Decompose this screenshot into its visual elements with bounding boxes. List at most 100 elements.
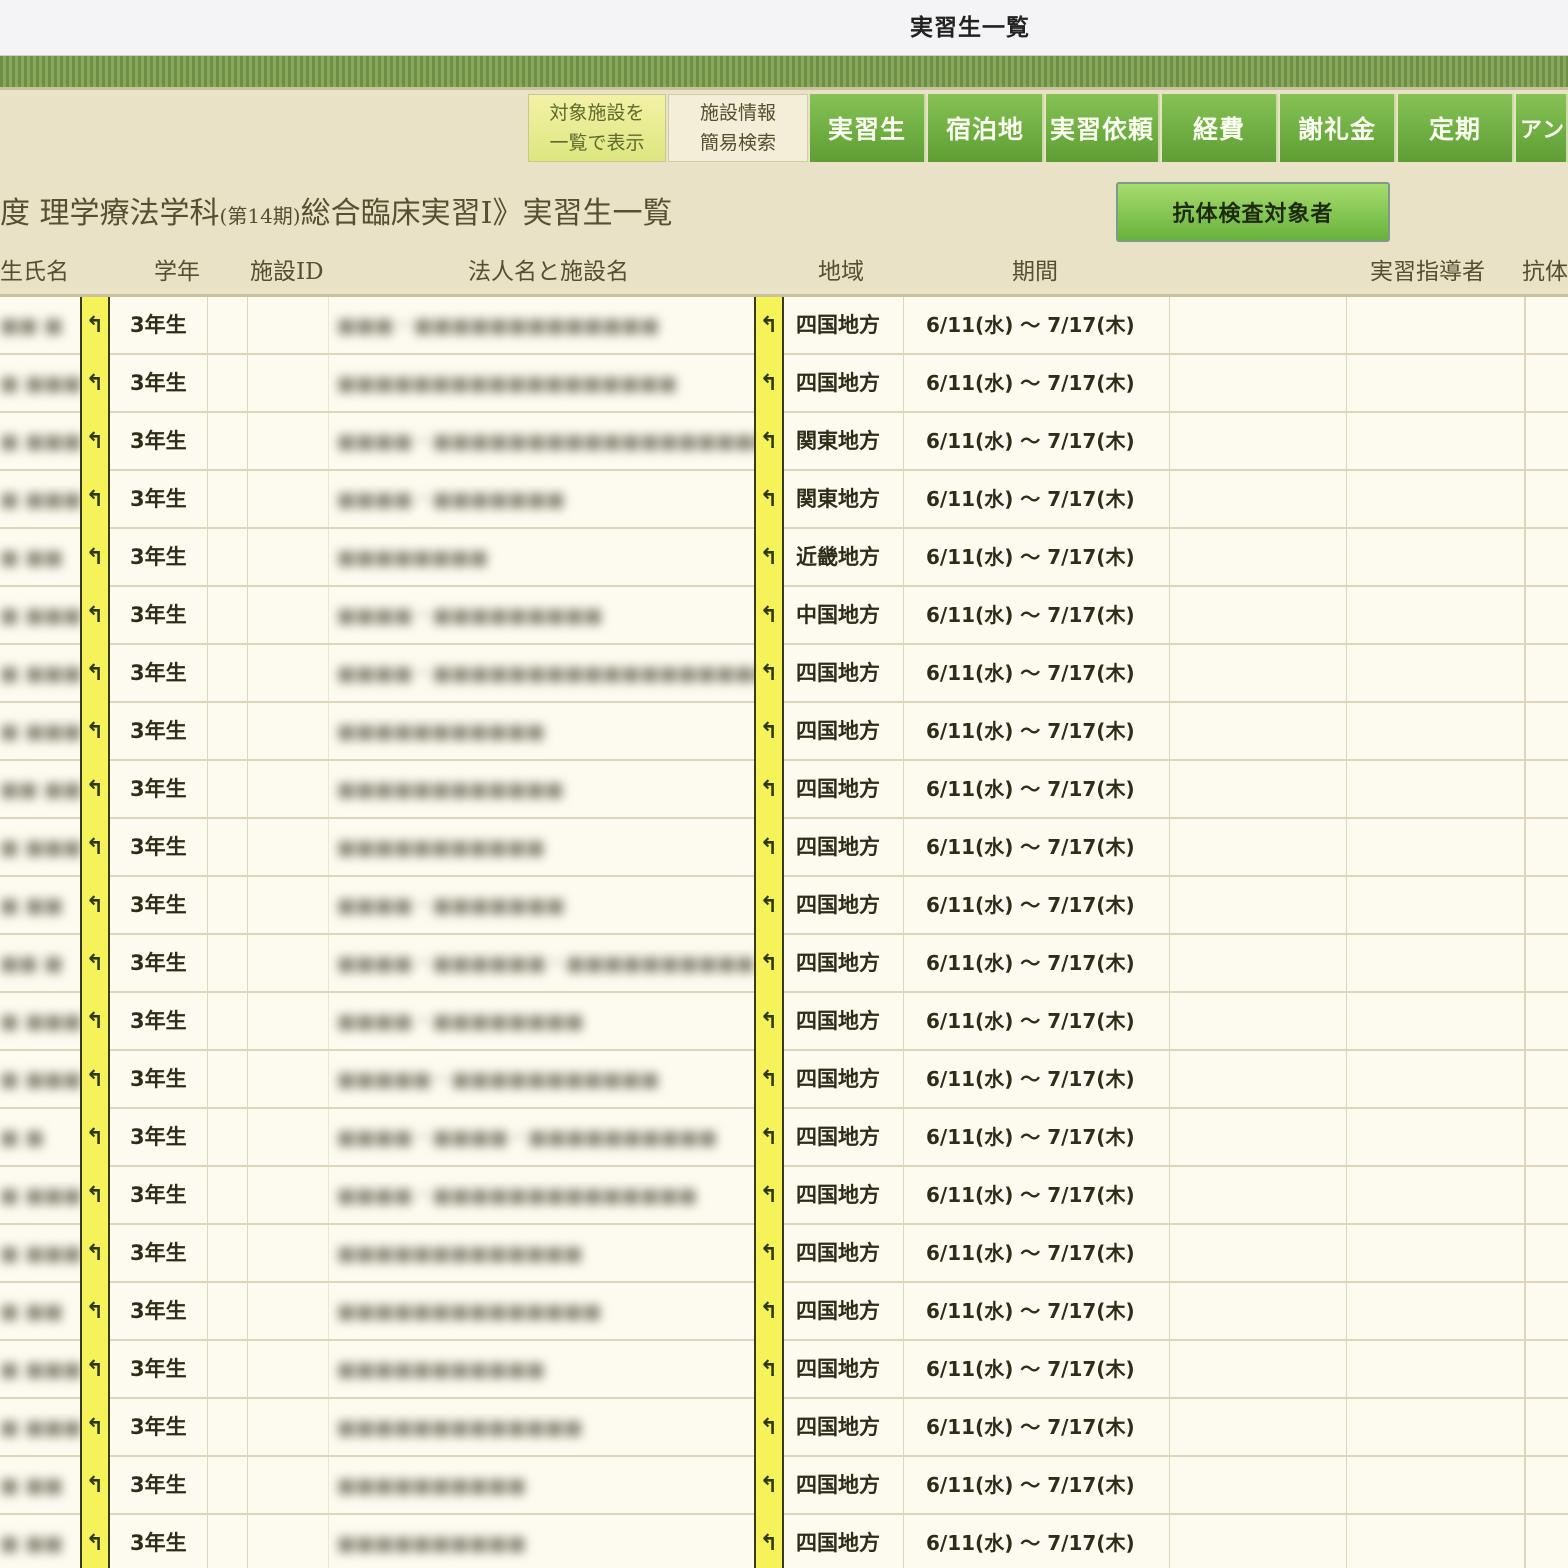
instructor-cell[interactable] [1346, 993, 1526, 1049]
back-arrow-icon[interactable]: ↰ [754, 1399, 784, 1457]
facility-cell[interactable]: ■■■・■■■■■■■■■■■■■ [328, 297, 754, 353]
student-name-cell[interactable]: ■ ■ [0, 1109, 80, 1165]
student-name-cell[interactable]: ■ ■■■ [0, 1051, 80, 1107]
tab-training-requests[interactable]: 実習依頼 [1046, 94, 1160, 162]
facility-cell[interactable]: ■■■■・■■■■■■■ [328, 471, 754, 527]
tab-survey[interactable]: アンケ [1516, 94, 1568, 162]
instructor-cell[interactable] [1346, 587, 1526, 643]
facility-cell[interactable]: ■■■■・■■■■・■■■■■■■■■■ [328, 1109, 754, 1165]
tab-honorarium[interactable]: 謝礼金 [1280, 94, 1396, 162]
instructor-cell[interactable] [1346, 1457, 1526, 1513]
facility-cell[interactable]: ■■■■■■■■■■ [328, 1457, 754, 1513]
back-arrow-icon[interactable]: ↰ [754, 993, 784, 1051]
back-arrow-icon[interactable]: ↰ [80, 761, 110, 819]
student-name-cell[interactable]: ■ ■■■ [0, 355, 80, 411]
instructor-cell[interactable] [1346, 877, 1526, 933]
col-header-name[interactable]: 生氏名 [0, 248, 69, 296]
col-header-grade[interactable]: 学年 [154, 248, 200, 296]
instructor-cell[interactable] [1346, 297, 1526, 353]
instructor-cell[interactable] [1346, 1341, 1526, 1397]
back-arrow-icon[interactable]: ↰ [80, 935, 110, 993]
back-arrow-icon[interactable]: ↰ [80, 819, 110, 877]
instructor-cell[interactable] [1346, 1051, 1526, 1107]
instructor-cell[interactable] [1346, 1167, 1526, 1223]
instructor-cell[interactable] [1346, 355, 1526, 411]
back-arrow-icon[interactable]: ↰ [80, 877, 110, 935]
facility-cell[interactable]: ■■■■■・■■■■■■■■■■■ [328, 1051, 754, 1107]
instructor-cell[interactable] [1346, 1399, 1526, 1455]
student-name-cell[interactable]: ■ ■■■ [0, 1167, 80, 1223]
back-arrow-icon[interactable]: ↰ [754, 1283, 784, 1341]
back-arrow-icon[interactable]: ↰ [754, 297, 784, 355]
col-header-facility[interactable]: 法人名と施設名 [468, 248, 629, 296]
back-arrow-icon[interactable]: ↰ [754, 471, 784, 529]
facility-search-button[interactable]: 施設情報 簡易検索 [668, 94, 808, 162]
back-arrow-icon[interactable]: ↰ [754, 355, 784, 413]
tab-commuter-pass[interactable]: 定期 [1398, 94, 1514, 162]
instructor-cell[interactable] [1346, 703, 1526, 759]
facility-cell[interactable]: ■■■■・■■■■■■■■■■■■■■■■■■ [328, 645, 754, 701]
back-arrow-icon[interactable]: ↰ [754, 529, 784, 587]
col-header-period[interactable]: 期間 [1012, 248, 1058, 296]
back-arrow-icon[interactable]: ↰ [754, 1225, 784, 1283]
facility-cell[interactable]: ■■■■・■■■■■■■■■■■■■■ [328, 1167, 754, 1223]
back-arrow-icon[interactable]: ↰ [754, 645, 784, 703]
tab-lodging[interactable]: 宿泊地 [928, 94, 1044, 162]
back-arrow-icon[interactable]: ↰ [80, 1515, 110, 1568]
col-header-facility-id[interactable]: 施設ID [250, 248, 324, 296]
instructor-cell[interactable] [1346, 529, 1526, 585]
student-name-cell[interactable]: ■ ■■■ [0, 587, 80, 643]
back-arrow-icon[interactable]: ↰ [754, 1109, 784, 1167]
back-arrow-icon[interactable]: ↰ [80, 645, 110, 703]
student-name-cell[interactable]: ■ ■■ [0, 529, 80, 585]
facility-cell[interactable]: ■■■■■■■■■■■ [328, 819, 754, 875]
student-name-cell[interactable]: ■ ■■■ [0, 703, 80, 759]
student-name-cell[interactable]: ■ ■■■ [0, 1399, 80, 1455]
back-arrow-icon[interactable]: ↰ [80, 297, 110, 355]
back-arrow-icon[interactable]: ↰ [754, 877, 784, 935]
back-arrow-icon[interactable]: ↰ [80, 993, 110, 1051]
back-arrow-icon[interactable]: ↰ [80, 413, 110, 471]
instructor-cell[interactable] [1346, 761, 1526, 817]
back-arrow-icon[interactable]: ↰ [80, 703, 110, 761]
back-arrow-icon[interactable]: ↰ [80, 1341, 110, 1399]
student-name-cell[interactable]: ■ ■■■ [0, 819, 80, 875]
back-arrow-icon[interactable]: ↰ [80, 1399, 110, 1457]
back-arrow-icon[interactable]: ↰ [754, 1341, 784, 1399]
back-arrow-icon[interactable]: ↰ [754, 935, 784, 993]
student-name-cell[interactable]: ■ ■■ [0, 877, 80, 933]
back-arrow-icon[interactable]: ↰ [754, 1167, 784, 1225]
facility-cell[interactable]: ■■■■・■■■■■■■■■■■■■■■■■■■ [328, 413, 754, 469]
facility-cell[interactable]: ■■■■■■■■■■■■■■ [328, 1283, 754, 1339]
back-arrow-icon[interactable]: ↰ [80, 1457, 110, 1515]
student-name-cell[interactable]: ■ ■■■ [0, 413, 80, 469]
instructor-cell[interactable] [1346, 1515, 1526, 1568]
facility-cell[interactable]: ■■■■・■■■■■■・■■■■■■■■■■ [328, 935, 754, 991]
instructor-cell[interactable] [1346, 935, 1526, 991]
facility-cell[interactable]: ■■■■■■■■■■■ [328, 703, 754, 759]
instructor-cell[interactable] [1346, 1109, 1526, 1165]
instructor-cell[interactable] [1346, 1283, 1526, 1339]
back-arrow-icon[interactable]: ↰ [80, 1109, 110, 1167]
student-name-cell[interactable]: ■ ■■■ [0, 993, 80, 1049]
student-name-cell[interactable]: ■ ■■■ [0, 645, 80, 701]
back-arrow-icon[interactable]: ↰ [80, 587, 110, 645]
facility-cell[interactable]: ■■■■■■■■ [328, 529, 754, 585]
back-arrow-icon[interactable]: ↰ [80, 471, 110, 529]
student-name-cell[interactable]: ■■ ■■ [0, 761, 80, 817]
back-arrow-icon[interactable]: ↰ [754, 1515, 784, 1568]
instructor-cell[interactable] [1346, 1225, 1526, 1281]
student-name-cell[interactable]: ■■ ■ [0, 935, 80, 991]
facility-cell[interactable]: ■■■■■■■■■■■■ [328, 761, 754, 817]
facility-cell[interactable]: ■■■■・■■■■■■■■ [328, 993, 754, 1049]
facility-cell[interactable]: ■■■■■■■■■■■ [328, 1341, 754, 1397]
back-arrow-icon[interactable]: ↰ [80, 1283, 110, 1341]
back-arrow-icon[interactable]: ↰ [754, 703, 784, 761]
facility-cell[interactable]: ■■■■■■■■■■■■■■■■■■ [328, 355, 754, 411]
student-name-cell[interactable]: ■ ■■■ [0, 471, 80, 527]
tab-expenses[interactable]: 経費 [1162, 94, 1278, 162]
student-name-cell[interactable]: ■ ■■■ [0, 1341, 80, 1397]
facility-cell[interactable]: ■■■■・■■■■■■■■■ [328, 587, 754, 643]
back-arrow-icon[interactable]: ↰ [80, 1225, 110, 1283]
instructor-cell[interactable] [1346, 819, 1526, 875]
